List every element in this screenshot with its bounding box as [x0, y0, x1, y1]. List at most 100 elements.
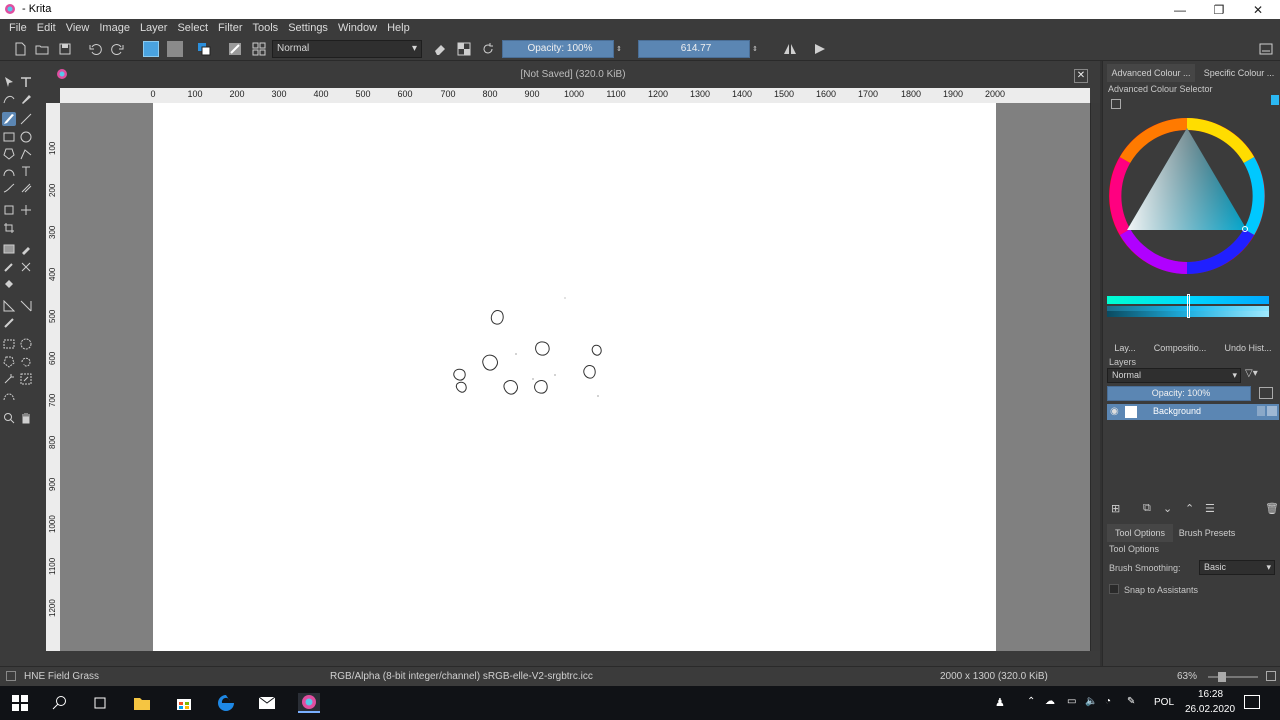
ellipse-tool-icon[interactable] — [19, 130, 33, 144]
layer-blend-select[interactable]: Normal ▾ — [1107, 368, 1241, 383]
layer-properties-icon[interactable] — [1259, 387, 1273, 399]
duplicate-layer-icon[interactable]: ⧉ — [1143, 502, 1151, 515]
mirror-horizontal-icon[interactable] — [782, 41, 798, 57]
menu-tools[interactable]: Tools — [248, 22, 284, 34]
menu-edit[interactable]: Edit — [32, 22, 61, 34]
close-button[interactable]: ✕ — [1238, 0, 1278, 19]
rectangle-tool-icon[interactable] — [2, 130, 16, 144]
snap-checkbox[interactable] — [1109, 584, 1119, 594]
dynamic-brush-icon[interactable] — [2, 181, 16, 195]
menu-view[interactable]: View — [61, 22, 95, 34]
reference-images-icon[interactable] — [2, 316, 16, 330]
menu-filter[interactable]: Filter — [213, 22, 247, 34]
people-icon[interactable]: ♟ — [995, 696, 1005, 709]
filter-icon[interactable]: ▽▾ — [1245, 368, 1275, 383]
polygon-tool-icon[interactable] — [2, 147, 16, 161]
tab-advanced-colour[interactable]: Advanced Colour ... — [1107, 64, 1195, 82]
move-tool-icon[interactable] — [19, 203, 33, 217]
size-slider[interactable]: 614.77 — [638, 40, 750, 58]
opacity-slider[interactable]: Opacity: 100% — [502, 40, 614, 58]
bezier-selection-icon[interactable] — [2, 389, 16, 403]
gradient-tool-icon[interactable] — [2, 242, 16, 256]
new-document-icon[interactable] — [12, 41, 28, 57]
language-indicator[interactable]: POL — [1154, 697, 1174, 708]
tab-compositions[interactable]: Compositio... — [1151, 339, 1209, 357]
brush-preset-icon[interactable] — [227, 41, 243, 57]
opacity-spin-icon[interactable]: ⇕ — [614, 41, 624, 57]
battery-icon[interactable]: ▭ — [1067, 696, 1076, 707]
zoom-slider[interactable] — [1208, 676, 1258, 678]
color-picker-icon[interactable] — [19, 242, 33, 256]
clock-time[interactable]: 16:28 — [1198, 689, 1223, 700]
text-tool-icon[interactable] — [19, 75, 33, 89]
menu-help[interactable]: Help — [382, 22, 415, 34]
dock-menu-icon[interactable] — [1258, 41, 1274, 57]
freehand-selection-icon[interactable] — [19, 355, 33, 369]
krita-taskbar-icon[interactable] — [298, 693, 320, 713]
canvas-viewport[interactable] — [60, 103, 1090, 651]
blend-mode-select[interactable]: Normal ▾ — [272, 40, 422, 58]
colorize-mask-icon[interactable] — [2, 260, 16, 274]
measure-tool-icon[interactable] — [2, 299, 16, 313]
edge-browser-icon[interactable] — [216, 693, 236, 713]
edit-shapes-icon[interactable] — [2, 92, 16, 106]
redo-icon[interactable] — [110, 41, 126, 57]
background-color-swatch[interactable] — [167, 41, 183, 57]
add-layer-icon[interactable]: ⊞ — [1111, 502, 1120, 515]
alpha-lock-icon[interactable] — [456, 41, 472, 57]
network-icon[interactable]: ◔ — [1105, 696, 1111, 707]
clock-date[interactable]: 26.02.2020 — [1185, 704, 1235, 715]
menu-window[interactable]: Window — [333, 22, 382, 34]
smart-patch-icon[interactable] — [19, 260, 33, 274]
polygon-selection-icon[interactable] — [2, 355, 16, 369]
tab-layers[interactable]: Lay... — [1107, 339, 1143, 357]
inherit-alpha-icon[interactable] — [1267, 406, 1277, 416]
freehand-brush-icon[interactable] — [2, 112, 16, 126]
maximize-button[interactable]: ❐ — [1199, 0, 1239, 19]
zoom-slider-handle[interactable] — [1218, 672, 1226, 682]
move-layer-down-icon[interactable]: ⌄ — [1163, 502, 1172, 515]
mirror-vertical-icon[interactable] — [812, 41, 828, 57]
search-icon[interactable] — [50, 693, 70, 713]
tab-specific-colour[interactable]: Specific Colour ... — [1199, 64, 1279, 82]
store-icon[interactable] — [174, 693, 194, 713]
calligraphy-icon[interactable] — [19, 92, 33, 106]
similar-selection-icon[interactable] — [19, 372, 33, 386]
menu-settings[interactable]: Settings — [283, 22, 333, 34]
settings-icon[interactable] — [1111, 99, 1121, 109]
menu-layer[interactable]: Layer — [135, 22, 173, 34]
tab-tool-options[interactable]: Tool Options — [1107, 524, 1173, 542]
layer-row-background[interactable]: ◉ Background — [1107, 404, 1279, 420]
document-canvas[interactable] — [153, 103, 996, 651]
file-explorer-icon[interactable] — [132, 693, 152, 713]
brush-smoothing-select[interactable]: Basic ▾ — [1199, 560, 1275, 575]
visibility-eye-icon[interactable]: ◉ — [1110, 406, 1119, 417]
vertical-scrollbar[interactable] — [1090, 103, 1100, 651]
polyline-tool-icon[interactable] — [19, 147, 33, 161]
windows-start-icon[interactable] — [10, 693, 30, 713]
tab-brush-presets[interactable]: Brush Presets — [1177, 524, 1237, 542]
select-shapes-icon[interactable] — [2, 75, 16, 89]
layer-settings-icon[interactable]: ☰ — [1205, 502, 1215, 515]
mail-icon[interactable] — [257, 693, 277, 713]
layer-opacity-slider[interactable]: Opacity: 100% — [1107, 386, 1251, 401]
line-tool-icon[interactable] — [19, 112, 33, 126]
move-layer-up-icon[interactable]: ⌃ — [1185, 502, 1194, 515]
ellipse-selection-icon[interactable] — [19, 337, 33, 351]
transform-tool-icon[interactable] — [2, 203, 16, 217]
undo-icon[interactable] — [87, 41, 103, 57]
foreground-color-swatch[interactable] — [143, 41, 159, 57]
close-document-icon[interactable]: ✕ — [1074, 69, 1088, 83]
minimize-button[interactable]: — — [1160, 0, 1200, 19]
contiguous-selection-icon[interactable] — [2, 372, 16, 386]
save-icon[interactable] — [57, 41, 73, 57]
freehand-path-icon[interactable] — [19, 164, 33, 178]
multibrush-icon[interactable] — [19, 181, 33, 195]
menu-image[interactable]: Image — [94, 22, 135, 34]
colour-wheel[interactable] — [1107, 116, 1267, 276]
pan-tool-icon[interactable] — [19, 411, 33, 425]
size-spin-icon[interactable]: ⇕ — [750, 41, 760, 57]
eraser-icon[interactable] — [432, 41, 448, 57]
color-swap-icon[interactable] — [196, 41, 212, 57]
menu-select[interactable]: Select — [172, 22, 213, 34]
